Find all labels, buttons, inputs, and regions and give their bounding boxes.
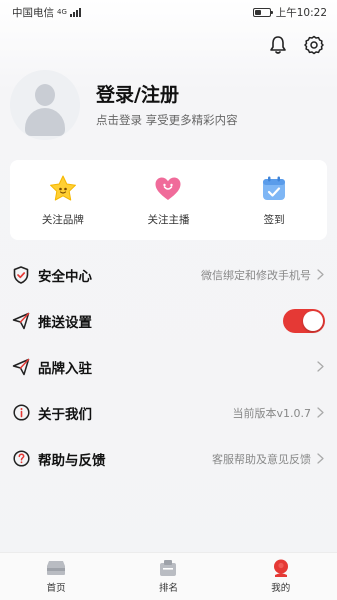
login-register-panel[interactable]: 登录/注册 点击登录 享受更多精彩内容 [10, 70, 327, 140]
chevron-right-icon [317, 407, 325, 418]
menu-item-brand-settle-in[interactable]: 品牌入驻 [0, 344, 337, 389]
nav-mine-label: 我的 [271, 583, 291, 594]
status-bar: 中国电信 4G 上午10:22 [0, 0, 337, 24]
security-center-label: 安全中心 [38, 268, 92, 285]
menu-item-push-settings: 推送设置 [0, 298, 337, 343]
status-left: 中国电信 4G [12, 5, 81, 20]
security-center-hint: 微信绑定和修改手机号 [201, 268, 311, 282]
menu-item-security-center[interactable]: 安全中心 微信绑定和修改手机号 [0, 252, 337, 297]
user-icon [271, 559, 291, 577]
login-register-subtitle: 点击登录 享受更多精彩内容 [96, 113, 238, 127]
quick-actions-card: 关注品牌 关注主播 签到 [10, 160, 327, 240]
heart-icon [153, 174, 183, 204]
brand-settle-in-label: 品牌入驻 [38, 360, 92, 377]
signal-icon [69, 7, 81, 17]
battery-level [254, 9, 262, 15]
follow-brands-button[interactable]: 关注品牌 [18, 174, 108, 227]
follow-brands-label: 关注品牌 [41, 213, 84, 226]
nav-ranking[interactable]: 排名 [133, 559, 203, 594]
help-icon [12, 450, 30, 468]
bottom-nav: 首页 排名 我的 [0, 552, 337, 600]
nav-home-label: 首页 [46, 583, 66, 594]
chevron-right-icon [317, 453, 325, 464]
info-icon [12, 404, 30, 422]
send-icon [12, 312, 30, 330]
follow-anchors-button[interactable]: 关注主播 [123, 174, 213, 227]
menu-item-about-us[interactable]: 关于我们 当前版本v1.0.7 [0, 390, 337, 435]
carrier-label: 中国电信 [12, 6, 54, 19]
shield-check-icon [12, 265, 30, 284]
app-version-hint: 当前版本v1.0.7 [232, 406, 312, 420]
clock-label: 上午10:22 [275, 6, 327, 19]
settings-menu: 安全中心 微信绑定和修改手机号 推送设置 品牌入驻 关于我们 当前版本v1.0.… [0, 252, 337, 481]
avatar [10, 70, 80, 140]
push-settings-toggle[interactable] [283, 308, 325, 333]
push-settings-label: 推送设置 [38, 314, 92, 331]
nav-home[interactable]: 首页 [21, 559, 91, 594]
menu-item-help-feedback[interactable]: 帮助与反馈 客服帮助及意见反馈 [0, 436, 337, 481]
star-icon [48, 174, 78, 204]
nav-mine[interactable]: 我的 [246, 559, 316, 594]
ranking-icon [158, 559, 178, 577]
chevron-right-icon [317, 361, 325, 372]
avatar-head [35, 84, 55, 106]
gear-icon[interactable] [303, 34, 325, 56]
check-in-button[interactable]: 签到 [229, 174, 319, 227]
send-icon [12, 358, 30, 376]
profile-page: 中国电信 4G 上午10:22 登录/注册 点击登录 享受更多精彩内容 关注品牌… [0, 0, 337, 600]
home-icon [46, 559, 66, 577]
network-label: 4G [57, 8, 67, 16]
chevron-right-icon [317, 269, 325, 280]
nav-ranking-label: 排名 [158, 583, 178, 594]
about-us-label: 关于我们 [38, 406, 92, 423]
check-in-label: 签到 [263, 213, 285, 226]
help-feedback-label: 帮助与反馈 [38, 452, 106, 469]
battery-icon [252, 7, 273, 17]
profile-text: 登录/注册 点击登录 享受更多精彩内容 [96, 82, 238, 128]
status-right: 上午10:22 [252, 5, 327, 20]
header-actions [267, 34, 325, 56]
help-feedback-hint: 客服帮助及意见反馈 [212, 452, 311, 466]
avatar-body [25, 108, 65, 136]
toggle-knob [303, 310, 323, 331]
follow-anchors-label: 关注主播 [147, 213, 190, 226]
calendar-check-icon [259, 174, 289, 204]
login-register-title[interactable]: 登录/注册 [96, 82, 238, 108]
bell-icon[interactable] [267, 34, 289, 56]
